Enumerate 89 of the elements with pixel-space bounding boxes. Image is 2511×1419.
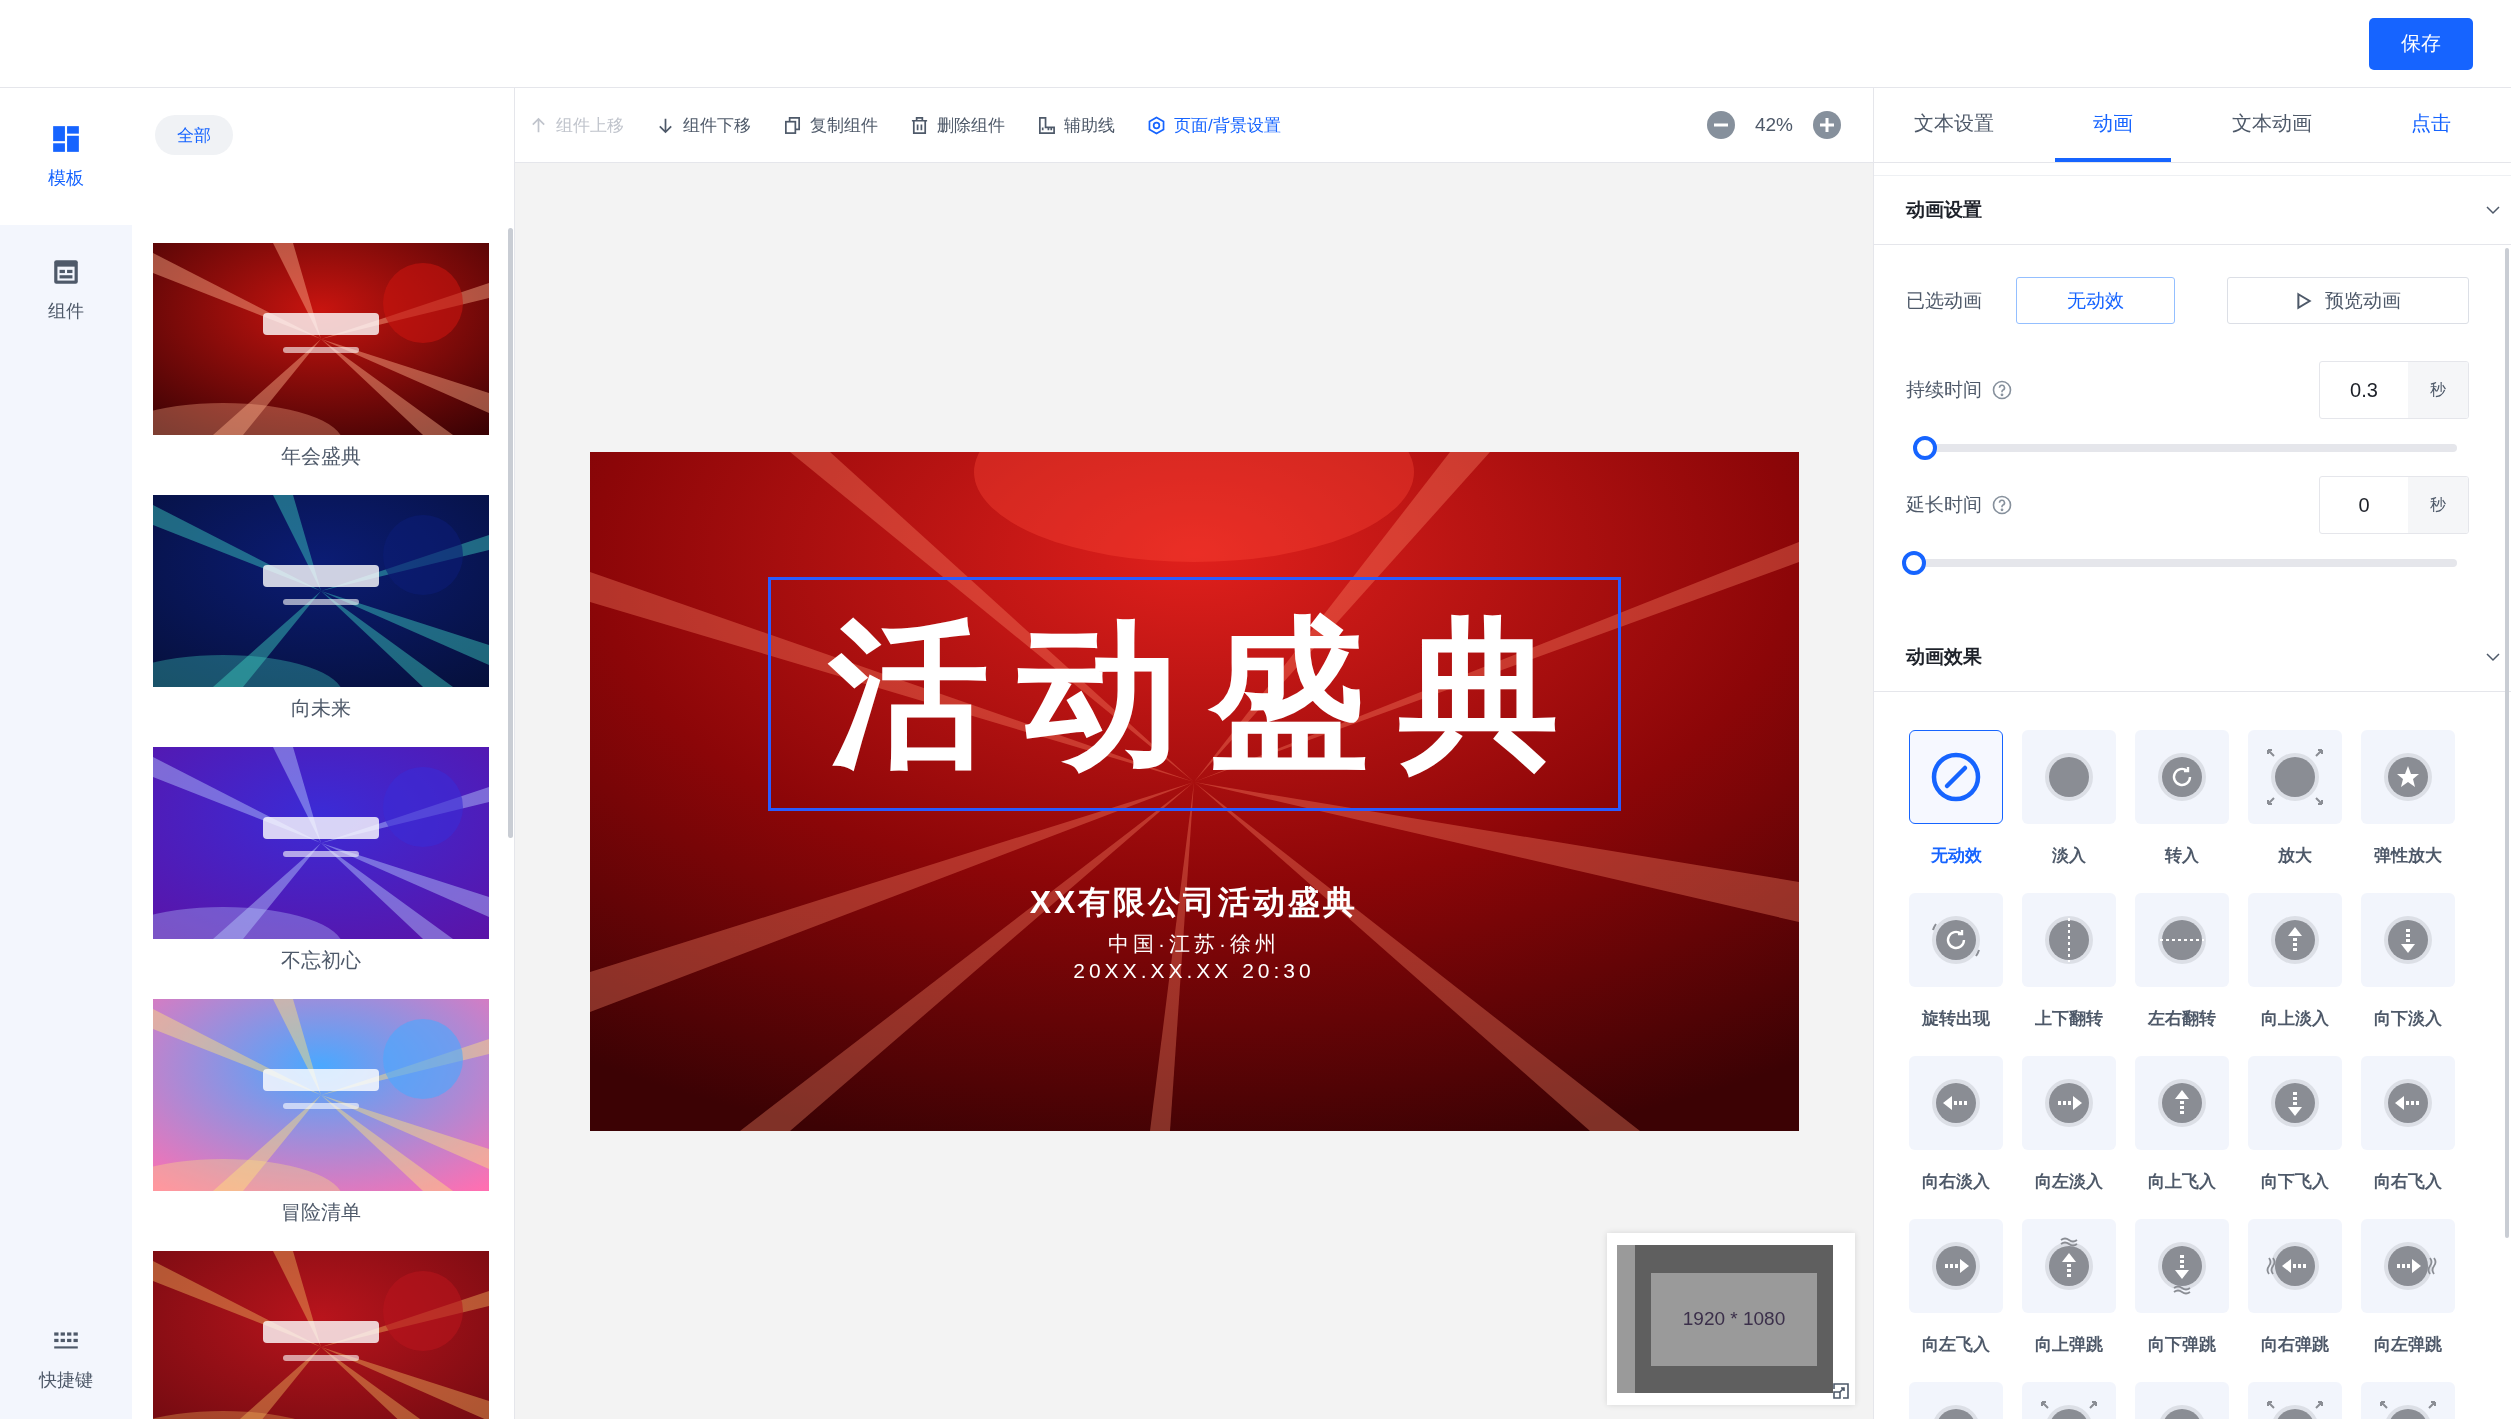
toolbar-button[interactable]: 复制组件	[783, 113, 878, 137]
selected-animation-button[interactable]: 无动效	[2016, 277, 2175, 324]
number-field[interactable]: 0.3 秒	[2319, 361, 2469, 419]
settings-icon	[1147, 115, 1166, 135]
effect-option[interactable]	[2248, 1219, 2342, 1313]
slide-date[interactable]: 20XX.XX.XX 20:30	[1073, 957, 1315, 983]
scrollbar[interactable]	[2505, 248, 2509, 1238]
filter-chip[interactable]: 全部	[155, 115, 233, 155]
effect-option[interactable]	[2135, 1219, 2229, 1313]
effect-label: 向左飞入	[1922, 1334, 1990, 1356]
effect-option[interactable]	[2022, 1219, 2116, 1313]
panel-tab[interactable]: 文本动画	[2214, 88, 2330, 162]
effect-option[interactable]	[2022, 730, 2116, 824]
slide-subtitle[interactable]: XX有限公司活动盛典	[1029, 880, 1359, 925]
toolbar-button[interactable]: 页面/背景设置	[1147, 113, 1281, 137]
effect-label: 无动效	[1930, 845, 1982, 867]
effect-label: 向左弹跳	[2374, 1334, 2442, 1356]
effect-option[interactable]	[2135, 730, 2229, 824]
section-title: 动画效果	[1906, 645, 1982, 669]
scrollbar[interactable]	[508, 228, 513, 838]
zoom-out-icon[interactable]	[1706, 111, 1735, 139]
preview-button[interactable]: 预览动画	[2227, 277, 2469, 324]
effect-option[interactable]	[2248, 893, 2342, 987]
effect-label: 向下弹跳	[2148, 1334, 2216, 1356]
toolbar-button[interactable]: 删除组件	[910, 113, 1005, 137]
panel-tab[interactable]: 动画	[2055, 88, 2171, 162]
effect-option[interactable]	[2361, 893, 2455, 987]
expand-circle-icon	[2265, 747, 2325, 807]
effect-option[interactable]	[2361, 1056, 2455, 1150]
effect-label: 转入	[2165, 845, 2199, 867]
effect-option[interactable]	[2361, 730, 2455, 824]
effect-option[interactable]	[2361, 1219, 2455, 1313]
template-caption: 向未来	[291, 696, 351, 721]
effect-label: 左右翻转	[2148, 1008, 2216, 1030]
template-caption: 冒险清单	[281, 1200, 361, 1225]
effect-option[interactable]	[2135, 1056, 2229, 1150]
rail-item[interactable]: 组件	[0, 225, 132, 355]
effect-option[interactable]	[2022, 893, 2116, 987]
slide-location[interactable]: 中国·江苏·徐州	[1108, 930, 1280, 956]
rail-item[interactable]: 模板	[0, 88, 132, 225]
slide-title[interactable]: 活动盛典	[767, 576, 1621, 811]
effect-option[interactable]	[2248, 1056, 2342, 1150]
effect-label: 向上弹跳	[2035, 1334, 2103, 1356]
template-caption: 不忘初心	[281, 948, 361, 973]
effect-option[interactable]	[2135, 893, 2229, 987]
help-icon[interactable]	[1992, 495, 2012, 515]
effect-label: 向右淡入	[1922, 1171, 1990, 1193]
number-field[interactable]: 0 秒	[2319, 476, 2469, 534]
section-title: 动画设置	[1906, 198, 1982, 222]
effect-label: 向下飞入	[2261, 1171, 2329, 1193]
component-icon	[51, 257, 81, 287]
effect-label: 上下翻转	[2035, 1008, 2103, 1030]
effect-label: 向下淡入	[2374, 1008, 2442, 1030]
minimap[interactable]: 1920 * 1080	[1607, 1233, 1855, 1405]
effect-option[interactable]	[2022, 1056, 2116, 1150]
expand-icon[interactable]	[1831, 1381, 1851, 1401]
effect-label: 旋转出现	[1922, 1008, 1990, 1030]
effect-label: 向右飞入	[2374, 1171, 2442, 1193]
copy-icon	[783, 115, 802, 135]
panel-tab[interactable]: 点击	[2373, 88, 2489, 162]
effect-label: 向左淡入	[2035, 1171, 2103, 1193]
help-icon[interactable]	[1992, 380, 2012, 400]
effect-option[interactable]	[1909, 1056, 2003, 1150]
effect-option[interactable]	[1909, 730, 2003, 824]
ruler-icon	[1037, 115, 1056, 135]
template-caption: 年会盛典	[281, 444, 361, 469]
play-icon	[2295, 291, 2313, 310]
shortcut-item[interactable]: 快捷键	[0, 1299, 132, 1419]
effect-label: 向上飞入	[2148, 1171, 2216, 1193]
layout-icon	[51, 123, 81, 154]
trash-icon	[910, 115, 929, 135]
effect-option[interactable]	[2248, 730, 2342, 824]
field-label: 已选动画	[1906, 288, 1982, 313]
save-button[interactable]: 保存	[2369, 17, 2473, 70]
effect-label: 向上淡入	[2261, 1008, 2329, 1030]
effect-label: 向右弹跳	[2261, 1334, 2329, 1356]
effect-label: 淡入	[2052, 845, 2086, 867]
panel-tab[interactable]: 文本设置	[1896, 88, 2012, 162]
toolbar-button[interactable]: 组件下移	[656, 113, 751, 137]
zoom-level: 42%	[1754, 114, 1793, 136]
minimap-viewport: 1920 * 1080	[1651, 1272, 1817, 1366]
effect-label: 放大	[2278, 845, 2312, 867]
toolbar-button[interactable]: 辅助线	[1037, 113, 1115, 137]
field-label: 持续时间	[1906, 378, 1982, 402]
effect-option[interactable]	[1909, 893, 2003, 987]
field-label: 延长时间	[1906, 493, 1982, 517]
zoom-in-icon[interactable]	[1813, 111, 1841, 139]
effect-option[interactable]	[1909, 1219, 2003, 1313]
effect-label: 弹性放大	[2374, 845, 2442, 867]
